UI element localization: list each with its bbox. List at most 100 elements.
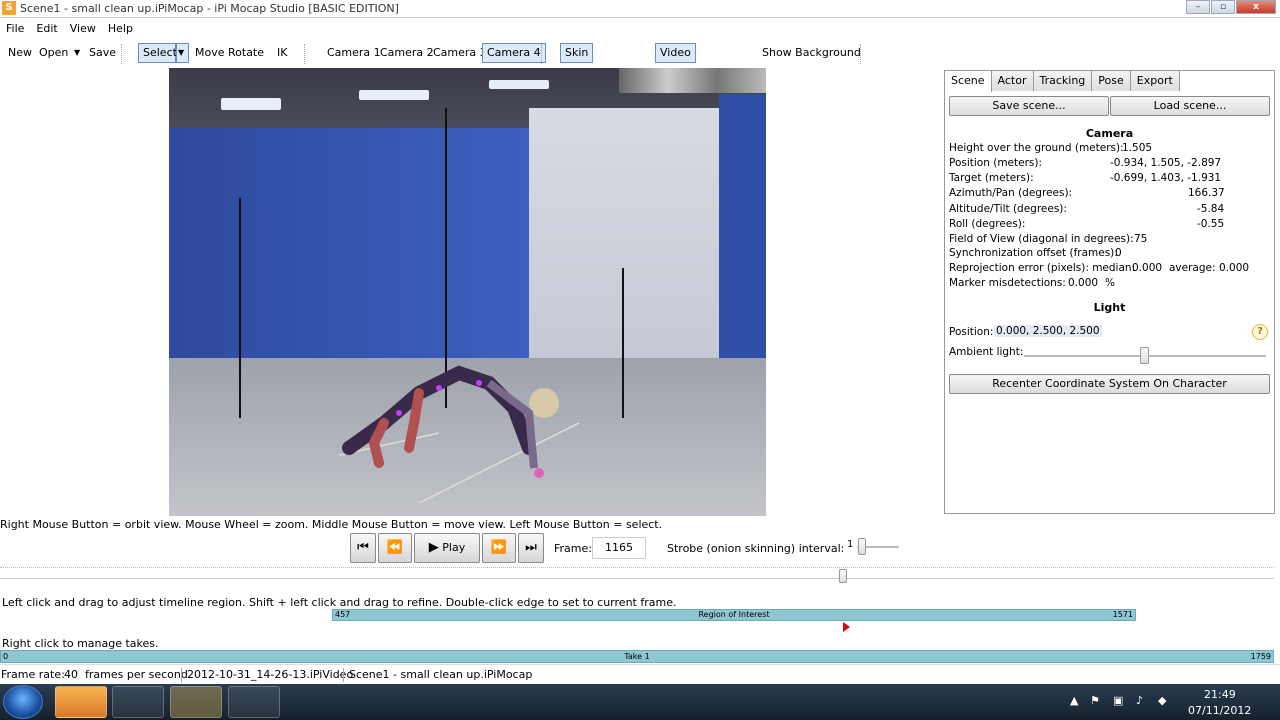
play-label: Play <box>442 541 466 554</box>
light-section-title: Light <box>1093 301 1126 314</box>
take-bar[interactable]: 0 Take 1 1759 <box>0 650 1274 663</box>
frame-rate-unit: frames per second <box>85 668 188 681</box>
tab-export[interactable]: Export <box>1129 70 1180 91</box>
next-button[interactable]: ⏩ <box>482 533 516 563</box>
project-file: Scene1 - small clean up.iPiMocap <box>349 668 533 681</box>
rotate-button[interactable]: Rotate <box>224 43 268 63</box>
close-button[interactable]: x <box>1236 0 1276 14</box>
first-frame-button[interactable]: ⏮ <box>350 533 376 563</box>
azimuth-value[interactable]: 166.37 <box>1188 187 1225 199</box>
taskbar-explorer[interactable] <box>170 686 222 718</box>
minimize-button[interactable]: – <box>1186 0 1210 14</box>
fov-value[interactable]: 75 <box>1134 233 1147 245</box>
target-value[interactable]: -0.699, 1.403, -1.931 <box>1110 172 1221 184</box>
timeline-ruler <box>0 567 1274 568</box>
marker-label: Marker misdetections: <box>949 277 1066 289</box>
ik-button[interactable]: IK <box>273 43 291 63</box>
timeline-track[interactable] <box>0 578 1274 579</box>
playhead-thumb[interactable] <box>839 569 847 583</box>
open-button[interactable]: Open <box>35 43 72 63</box>
altitude-value[interactable]: -5.84 <box>1197 203 1224 215</box>
select-button[interactable]: Select <box>138 43 177 63</box>
tray-arrow-icon[interactable]: ▲ <box>1070 694 1078 707</box>
camera-section-title: Camera <box>1085 127 1134 140</box>
menu-file[interactable]: File <box>0 20 30 38</box>
panel-tabs: Scene Actor Tracking Pose Export <box>944 70 1180 92</box>
save-scene-button[interactable]: Save scene... <box>949 96 1109 116</box>
ceiling-light <box>221 98 281 110</box>
menu-edit[interactable]: Edit <box>30 20 63 38</box>
save-button[interactable]: Save <box>85 43 120 63</box>
tab-scene[interactable]: Scene <box>944 70 992 92</box>
reprojection-median: 0.000 <box>1132 262 1163 274</box>
strobe-slider-thumb[interactable] <box>858 538 866 555</box>
video-viewport[interactable] <box>169 68 766 516</box>
status-separator <box>343 668 344 682</box>
drive-icon[interactable]: ◆ <box>1158 694 1166 707</box>
toolbar-grip[interactable] <box>304 44 311 64</box>
recenter-button[interactable]: Recenter Coordinate System On Character <box>949 374 1270 394</box>
toolbar-grip[interactable] <box>541 44 548 64</box>
start-button[interactable] <box>3 685 43 719</box>
roll-value[interactable]: -0.55 <box>1197 218 1224 230</box>
skin-toggle[interactable]: Skin <box>560 43 594 63</box>
taskbar: ▲ ⚑ ▣ ♪ ◆ 21:49 07/11/2012 <box>0 684 1280 720</box>
altitude-label: Altitude/Tilt (degrees): <box>949 203 1067 215</box>
height-label: Height over the ground (meters): <box>949 142 1124 154</box>
tab-pose[interactable]: Pose <box>1091 70 1131 91</box>
flag-icon[interactable]: ⚑ <box>1090 694 1100 707</box>
sync-value[interactable]: 0 <box>1115 247 1122 259</box>
app-icon: S <box>2 1 16 15</box>
video-toggle[interactable]: Video <box>655 43 696 63</box>
help-icon[interactable]: ? <box>1252 324 1268 340</box>
status-bar: Frame rate: 40 frames per second 2012-10… <box>0 664 1280 684</box>
previous-button[interactable]: ⏪ <box>378 533 412 563</box>
camera4-button[interactable]: Camera 4 <box>482 43 546 63</box>
camera-thumbnails[interactable] <box>619 68 766 94</box>
toolbar: New Open ▼ Save Select ▼ Move Rotate IK … <box>0 40 1280 102</box>
toolbar-grip[interactable] <box>860 44 867 64</box>
menu-help[interactable]: Help <box>102 20 139 38</box>
height-value[interactable]: 1.505 <box>1122 142 1152 154</box>
frame-input[interactable]: 1165 <box>592 537 646 559</box>
new-button[interactable]: New <box>4 43 36 63</box>
clock-date[interactable]: 07/11/2012 <box>1188 704 1251 717</box>
toolbar-grip[interactable] <box>121 44 128 64</box>
take-end: 1759 <box>1250 652 1271 661</box>
open-dropdown-icon[interactable]: ▼ <box>70 43 84 63</box>
position-value[interactable]: -0.934, 1.505, -2.897 <box>1110 157 1221 169</box>
roll-label: Roll (degrees): <box>949 218 1026 230</box>
strobe-value: 1 <box>847 539 854 550</box>
menu-view[interactable]: View <box>64 20 102 38</box>
target-label: Target (meters): <box>949 172 1034 184</box>
position-label: Position (meters): <box>949 157 1043 169</box>
ambient-slider-thumb[interactable] <box>1140 347 1149 364</box>
ambient-light-label: Ambient light: <box>949 346 1024 358</box>
status-separator <box>181 668 182 682</box>
select-dropdown-icon[interactable]: ▼ <box>176 43 189 63</box>
load-scene-button[interactable]: Load scene... <box>1110 96 1270 116</box>
taskbar-app[interactable] <box>112 686 164 718</box>
reprojection-average-label: average: <box>1169 262 1216 274</box>
taskbar-ipi-studio[interactable] <box>55 686 107 718</box>
tab-actor[interactable]: Actor <box>990 70 1034 91</box>
maximize-button[interactable]: ▫ <box>1211 0 1235 14</box>
menu-bar: File Edit View Help <box>0 20 1280 38</box>
light-position-value[interactable]: 0.000, 2.500, 2.500 <box>994 325 1102 337</box>
takes-hint: Right click to manage takes. <box>2 637 159 650</box>
taskbar-app[interactable] <box>228 686 280 718</box>
tab-tracking[interactable]: Tracking <box>1032 70 1093 91</box>
show-background-button[interactable]: Show Background <box>758 43 865 63</box>
light-position-label: Position: <box>949 326 994 338</box>
network-icon[interactable]: ▣ <box>1113 694 1123 707</box>
last-frame-button[interactable]: ⏭ <box>518 533 544 563</box>
move-button[interactable]: Move <box>191 43 229 63</box>
title-bar: S Scene1 - small clean up.iPiMocap - iPi… <box>0 0 1280 18</box>
play-button[interactable]: ▶ Play <box>414 533 480 563</box>
take-label: Take 1 <box>624 652 650 661</box>
frame-rate-label: Frame rate: <box>1 668 65 681</box>
clock-time[interactable]: 21:49 <box>1204 688 1236 701</box>
region-of-interest-bar[interactable]: 457 Region of Interest 1571 <box>332 609 1136 621</box>
volume-icon[interactable]: ♪ <box>1136 694 1143 707</box>
reprojection-average: 0.000 <box>1219 262 1250 274</box>
